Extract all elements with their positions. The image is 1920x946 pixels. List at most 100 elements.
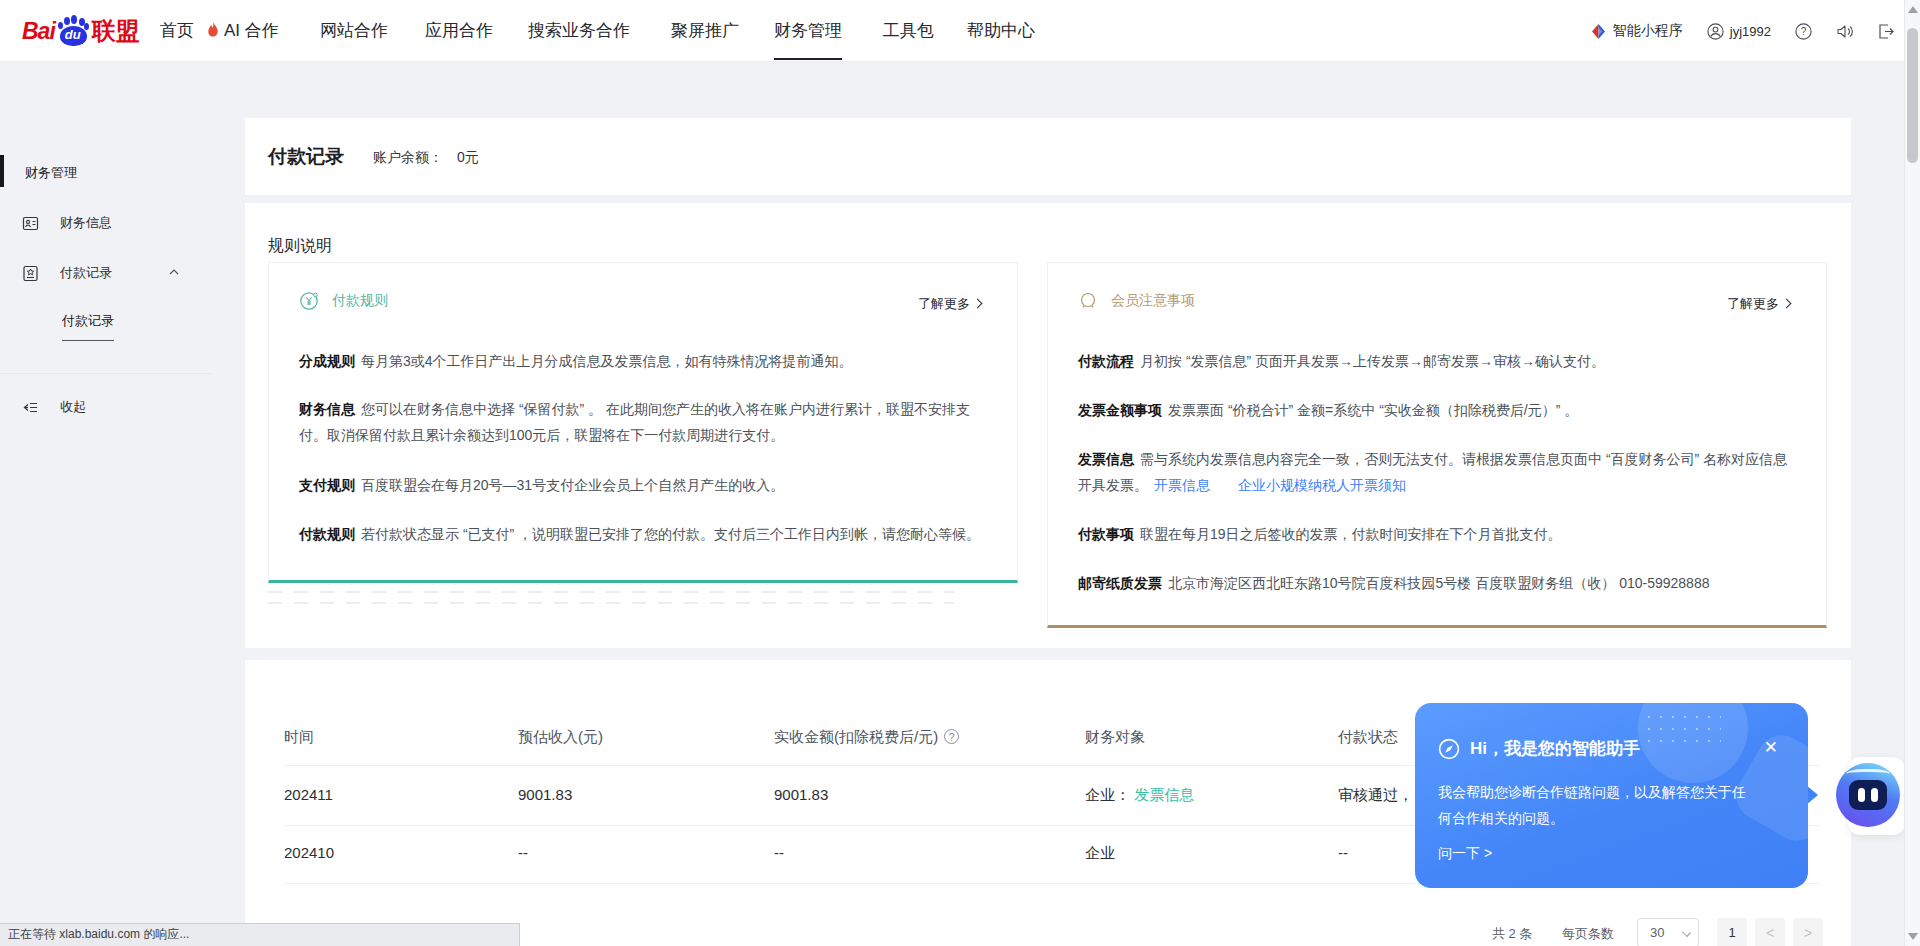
user-icon [1707,23,1724,40]
note-item: 发票金额事项发票票面 “价税合计” 金额=系统中 “实收金额（扣除税费后/元）”… [1078,397,1798,423]
compass-icon [1438,738,1460,760]
cell-estimated: -- [518,844,528,861]
nav-item-search[interactable]: 搜索业务合作 [528,0,630,62]
chevron-right-icon [973,299,983,309]
cell-object: 企业： 发票信息 [1085,786,1194,805]
collapse-sidebar-button[interactable]: 收起 [0,392,245,422]
note-item: 付款事项联盟在每月19日之后签收的发票，付款时间安排在下个月首批支付。 [1078,521,1798,547]
page-size-label: 每页条数 [1562,925,1614,943]
vertical-scrollbar[interactable] [1904,0,1920,946]
cell-time: 202411 [284,786,333,803]
active-indicator [0,155,4,187]
finance-info-icon [22,215,39,232]
mini-program-label: 智能小程序 [1613,22,1683,40]
next-page-button[interactable]: > [1793,918,1823,946]
nav-item-help[interactable]: 帮助中心 [967,0,1035,62]
help-icon[interactable]: ? [1795,23,1812,40]
rule-item: 付款规则若付款状态显示 “已支付” ，说明联盟已安排了您的付款。支付后三个工作日… [299,521,989,547]
payment-record-icon [22,265,39,282]
watermark-dashes [268,591,954,593]
sidebar: 财务管理 财务信息 付款记录 付款记录 收起 [0,62,245,946]
chevron-up-icon [168,266,180,278]
nav-item-finance[interactable]: 财务管理 [774,0,842,62]
mini-program-entry[interactable]: 智能小程序 [1590,22,1683,40]
rule-item: 财务信息您可以在财务信息中选择 “保留付款” 。 在此期间您产生的收入将在账户内… [299,396,989,448]
sidebar-item-finance-management[interactable]: 财务管理 [0,157,245,187]
svg-text:?: ? [1801,26,1807,37]
col-estimated: 预估收入(元) [518,728,603,747]
chevron-right-icon [1782,299,1792,309]
page-number-1[interactable]: 1 [1717,918,1747,946]
sidebar-item-payment-record[interactable]: 付款记录 [0,258,245,288]
scroll-up-arrow[interactable] [1908,6,1918,13]
baidu-paw-icon: du [57,14,91,48]
rules-panel: 规则说明 付款规则 了解更多 分成规则每月第3或4个工作日产出上月分成信息及发票… [245,203,1851,648]
cell-time: 202410 [284,844,334,861]
logo-text-union: 联盟 [92,15,140,47]
total-count: 共 2 条 [1492,925,1532,943]
payment-rules-card: 付款规则 了解更多 分成规则每月第3或4个工作日产出上月分成信息及发票信息，如有… [268,262,1018,583]
nav-item-toolkit[interactable]: 工具包 [883,0,934,62]
payment-rules-more-link[interactable]: 了解更多 [918,295,981,313]
logo-text-du: du [65,27,81,42]
question-circle-icon[interactable]: ? [944,729,959,744]
scrollbar-thumb[interactable] [1907,28,1918,163]
col-status: 付款状态 [1338,728,1398,747]
invoice-info-link[interactable]: 开票信息 [1154,477,1210,493]
close-icon[interactable]: ✕ [1764,737,1778,758]
assistant-title: Hi，我是您的智能助手 [1470,737,1640,760]
balance-value: 0元 [457,149,479,165]
small-taxpayer-notice-link[interactable]: 企业小规模纳税人开票须知 [1238,477,1406,493]
logo-text-bai: Bai [22,18,55,45]
ask-link[interactable]: 问一下 > [1438,845,1492,863]
cell-actual: -- [774,844,784,861]
nav-item-website[interactable]: 网站合作 [320,0,388,62]
cell-status: 审核通过， [1338,786,1413,805]
assistant-popup: Hi，我是您的智能助手 ✕ 我会帮助您诊断合作链路问题，以及解答您关于任何合作相… [1415,703,1808,888]
collapse-icon [22,399,39,416]
payment-rules-icon [299,291,319,311]
page-header-panel: 付款记录 账户余额：0元 [245,118,1851,195]
nav-item-app[interactable]: 应用合作 [425,0,493,62]
col-time: 时间 [284,728,314,747]
scroll-down-arrow[interactable] [1908,933,1918,940]
note-item: 发票信息需与系统内发票信息内容完全一致，否则无法支付。请根据发票信息页面中 “百… [1078,446,1798,498]
invoice-info-table-link[interactable]: 发票信息 [1134,786,1194,803]
speaker-icon[interactable] [1836,23,1853,40]
nav-item-screen[interactable]: 聚屏推广 [671,0,739,62]
assistant-robot-button[interactable] [1836,763,1900,827]
cell-actual: 9001.83 [774,786,828,803]
rule-item: 分成规则每月第3或4个工作日产出上月分成信息及发票信息，如有特殊情况将提前通知。 [299,348,989,374]
username: jyj1992 [1730,24,1771,39]
sidebar-item-finance-info[interactable]: 财务信息 [0,208,245,238]
rule-item: 支付规则百度联盟会在每月20号—31号支付企业会员上个自然月产生的收入。 [299,472,989,498]
prev-page-button[interactable]: < [1755,918,1785,946]
note-item: 付款流程月初按 “发票信息” 页面开具发票→上传发票→邮寄发票→审核→确认支付。 [1078,348,1798,374]
logout-icon[interactable] [1877,23,1894,40]
popup-decoration-dots [1643,711,1721,751]
cell-status: -- [1338,844,1348,861]
browser-status-bar: 正在等待 xlab.baidu.com 的响应... [0,923,520,946]
note-item: 邮寄纸质发票北京市海淀区西北旺东路10号院百度科技园5号楼 百度联盟财务组（收）… [1078,570,1798,596]
top-nav: Bai du 联盟 首页 AI 合作 网站合作 应用合作 搜索业务合作 聚屏推广… [0,0,1920,62]
robot-face [1849,780,1887,810]
nav-item-ai[interactable]: AI 合作 [206,0,279,62]
flame-icon [206,22,220,38]
cell-object: 企业 [1085,844,1115,863]
member-notes-card-title: 会员注意事项 [1111,292,1195,310]
member-notes-more-link[interactable]: 了解更多 [1727,295,1790,313]
chevron-down-icon [1682,928,1691,937]
cell-estimated: 9001.83 [518,786,572,803]
watermark-dashes [268,602,954,604]
sidebar-subitem-payment-record[interactable]: 付款记录 [62,312,114,341]
member-notes-card: 会员注意事项 了解更多 付款流程月初按 “发票信息” 页面开具发票→上传发票→邮… [1047,262,1827,628]
payment-rules-card-title: 付款规则 [332,292,388,310]
nav-item-home[interactable]: 首页 [160,0,194,62]
baidu-union-logo[interactable]: Bai du 联盟 [22,12,140,50]
page-title: 付款记录 [268,144,344,170]
robot-highlight [1846,769,1890,779]
sidebar-divider [0,373,212,374]
page-size-select[interactable]: 30 [1637,918,1699,946]
user-account[interactable]: jyj1992 [1707,23,1771,40]
member-notes-icon [1078,291,1098,311]
